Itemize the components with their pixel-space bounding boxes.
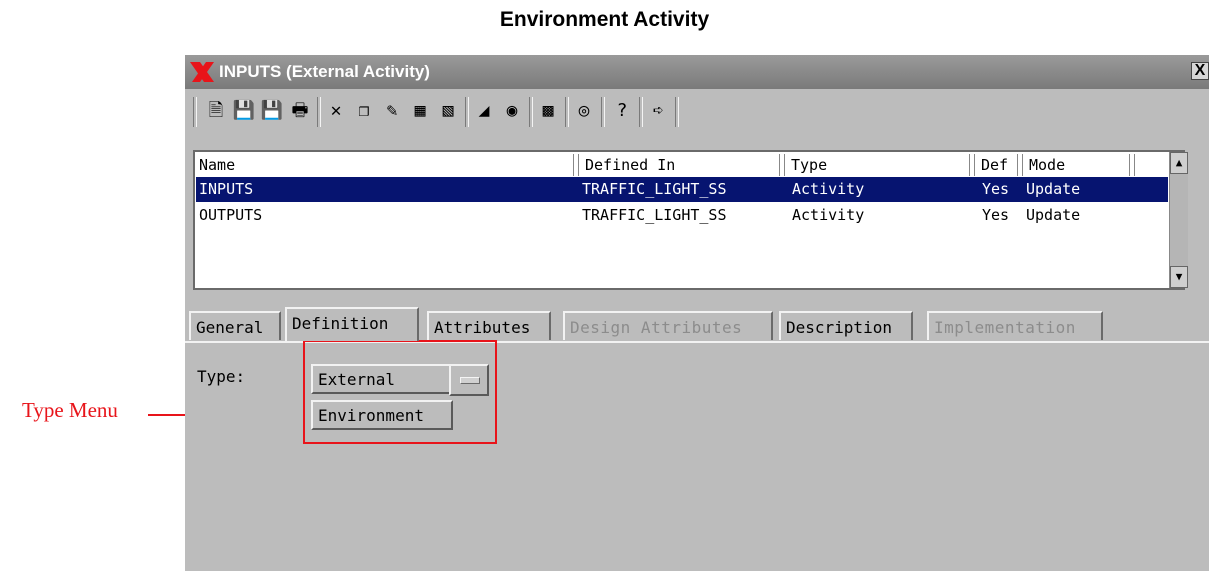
save-icon[interactable]: 💾 <box>231 97 257 125</box>
browser-icon[interactable]: ▩ <box>535 97 561 125</box>
type-label: Type: <box>197 367 246 386</box>
cell-mode: Update <box>1026 180 1081 198</box>
column-header-name[interactable]: Name <box>199 154 235 176</box>
column-divider[interactable] <box>969 154 975 176</box>
cell-type: Activity <box>792 180 865 198</box>
window-titlebar[interactable]: INPUTS (External Activity) X <box>185 55 1209 89</box>
column-divider[interactable] <box>1129 154 1135 176</box>
column-header-defined-in[interactable]: Defined In <box>585 154 675 176</box>
tab-bar: General Definition Attributes Design Att… <box>185 307 1209 341</box>
cell-type: Activity <box>792 206 865 224</box>
column-header-mode[interactable]: Mode <box>1029 154 1065 176</box>
help-icon[interactable]: ? <box>609 97 635 125</box>
rename-icon[interactable]: ✎ <box>379 97 405 125</box>
tree-icon[interactable]: ▦ <box>407 97 433 125</box>
column-header-type[interactable]: Type <box>791 154 827 176</box>
scroll-down-icon[interactable]: ▼ <box>1170 266 1188 288</box>
cell-defined-in: TRAFFIC_LIGHT_SS <box>582 180 727 198</box>
window-title: INPUTS (External Activity) <box>219 62 430 81</box>
tree-sync-icon[interactable]: ▧ <box>435 97 461 125</box>
toolbar-separator <box>193 97 197 127</box>
cell-mode: Update <box>1026 206 1081 224</box>
element-list: Name Defined In Type Def Mode INPUTS TRA… <box>193 150 1188 290</box>
cell-defined-in: TRAFFIC_LIGHT_SS <box>582 206 727 224</box>
copy-icon[interactable]: ❐ <box>351 97 377 125</box>
exit-icon[interactable]: ➪ <box>645 97 671 125</box>
tab-description[interactable]: Description <box>779 311 913 340</box>
toolbar-separator <box>675 97 679 127</box>
save-all-icon[interactable]: 💾 <box>259 97 285 125</box>
toolbar-separator <box>465 97 469 127</box>
print-icon[interactable]: 🖶 <box>287 97 313 125</box>
document-title: Environment Activity <box>499 8 710 31</box>
toolbar-separator <box>601 97 605 127</box>
scroll-up-icon[interactable]: ▲ <box>1170 152 1188 174</box>
tab-implementation: Implementation <box>927 311 1103 340</box>
table-row[interactable]: OUTPUTS TRAFFIC_LIGHT_SS Activity Yes Up… <box>196 203 1168 228</box>
find-icon[interactable]: ◉ <box>499 97 525 125</box>
column-divider[interactable] <box>779 154 785 176</box>
cell-def: Yes <box>982 180 1010 198</box>
vertical-scrollbar[interactable]: ▲ ▼ <box>1169 152 1188 288</box>
tab-general[interactable]: General <box>189 311 281 340</box>
column-divider[interactable] <box>1017 154 1023 176</box>
new-doc-icon[interactable]: 🗎 <box>203 97 229 125</box>
column-header-def[interactable]: Def <box>981 154 1008 176</box>
inputs-window: INPUTS (External Activity) X 🗎 💾 💾 🖶 ✕ ❐… <box>185 55 1209 571</box>
tab-design-attributes: Design Attributes <box>563 311 773 340</box>
binoculars-icon[interactable]: ◎ <box>571 97 597 125</box>
toolbar-separator <box>529 97 533 127</box>
x-logo-icon <box>190 62 214 82</box>
search-icon[interactable]: ◢ <box>471 97 497 125</box>
toolbar-separator <box>639 97 643 127</box>
tab-attributes[interactable]: Attributes <box>427 311 551 340</box>
cell-name: INPUTS <box>199 180 254 198</box>
tab-definition[interactable]: Definition <box>285 307 419 341</box>
delete-icon[interactable]: ✕ <box>323 97 349 125</box>
close-button[interactable]: X <box>1191 62 1209 80</box>
toolbar: 🗎 💾 💾 🖶 ✕ ❐ ✎ ▦ ▧ ◢ ◉ ▩ ◎ ? ➪ <box>185 91 1209 137</box>
callout-highlight-box <box>303 340 497 444</box>
cell-def: Yes <box>982 206 1010 224</box>
toolbar-separator <box>317 97 321 127</box>
column-divider[interactable] <box>573 154 579 176</box>
callout-label: Type Menu <box>22 398 118 422</box>
toolbar-separator <box>565 97 569 127</box>
cell-name: OUTPUTS <box>199 206 263 224</box>
table-row[interactable]: INPUTS TRAFFIC_LIGHT_SS Activity Yes Upd… <box>196 177 1168 202</box>
